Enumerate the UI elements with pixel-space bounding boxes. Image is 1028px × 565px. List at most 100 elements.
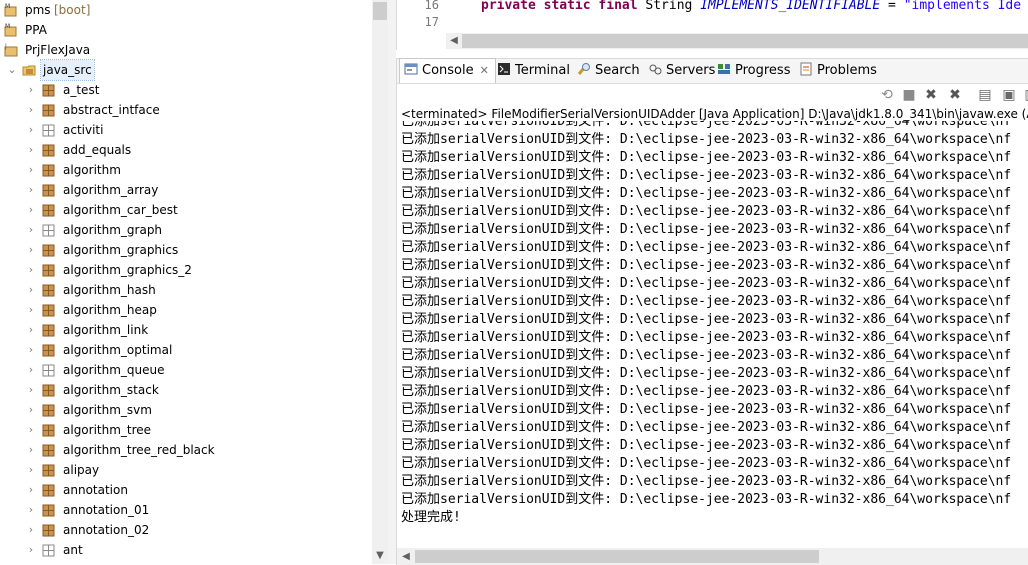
chevron-right-icon[interactable]: › <box>25 360 37 380</box>
chevron-right-icon[interactable]: › <box>25 540 37 560</box>
chevron-right-icon[interactable]: › <box>25 400 37 420</box>
chevron-right-icon[interactable]: › <box>25 480 37 500</box>
tab-servers[interactable]: Servers <box>648 59 715 83</box>
chevron-right-icon[interactable]: › <box>25 220 37 240</box>
tree-item[interactable]: › algorithm_graph <box>0 220 370 240</box>
tree-item-label: annotation <box>63 483 128 497</box>
tree-item[interactable]: › algorithm <box>0 160 370 180</box>
tree-item[interactable]: › annotation_01 <box>0 500 370 520</box>
chevron-right-icon[interactable]: › <box>25 320 37 340</box>
tree-item[interactable]: › algorithm_tree_red_black <box>0 440 370 460</box>
word-wrap-icon[interactable]: ▣ <box>1001 87 1017 103</box>
package-explorer: Mpms [boot] M PPA J PrjFlexJava ⌄ java_src › a_te… <box>0 0 388 564</box>
chevron-right-icon[interactable]: › <box>25 120 37 140</box>
tree-item-label: algorithm <box>63 163 121 177</box>
tree-item[interactable]: ⌄ java_src <box>0 59 370 81</box>
code-line[interactable]: private static final String IMPLEMENTS_I… <box>481 0 1021 13</box>
tree-item-label: java_src <box>40 59 95 81</box>
tree-item[interactable]: › algorithm_queue <box>0 360 370 380</box>
editor-scroll-left-arrow[interactable]: ◀ <box>446 33 462 49</box>
tab-terminal[interactable]: Terminal <box>497 59 570 83</box>
console-icon <box>404 61 418 75</box>
tree-item[interactable]: › algorithm_stack <box>0 380 370 400</box>
chevron-right-icon[interactable]: › <box>25 440 37 460</box>
tree-item[interactable]: › algorithm_graphics <box>0 240 370 260</box>
package-icon <box>42 403 57 417</box>
tree-item[interactable]: › a_test <box>0 80 370 100</box>
problems-icon <box>799 61 813 76</box>
console-output-line: 已添加serialVersionUID到文件: D:\eclipse-jee-2… <box>401 456 1012 471</box>
tree-item-label: algorithm_tree <box>63 423 152 437</box>
tree-item[interactable]: › algorithm_array <box>0 180 370 200</box>
chevron-right-icon[interactable]: › <box>25 500 37 520</box>
chevron-right-icon[interactable]: › <box>25 160 37 180</box>
chevron-right-icon[interactable]: › <box>25 380 37 400</box>
package-icon <box>42 483 57 497</box>
chevron-right-icon[interactable]: › <box>25 460 37 480</box>
tree-item[interactable]: J PrjFlexJava <box>0 40 370 60</box>
tab-problems[interactable]: Problems <box>799 59 877 83</box>
view-tab-bar: Console ✕ Terminal Search Servers Progres… <box>397 58 1028 84</box>
chevron-right-icon[interactable]: › <box>25 200 37 220</box>
tree-item[interactable]: › algorithm_svm <box>0 400 370 420</box>
tree-item[interactable]: M PPA <box>0 20 370 40</box>
remove-all-terminated-icon[interactable]: ✖ <box>947 87 963 103</box>
package-icon <box>42 503 57 517</box>
maven-project-icon: M <box>4 3 19 17</box>
tree-item[interactable]: › algorithm_graphics_2 <box>0 260 370 280</box>
tree-item[interactable]: › algorithm_optimal <box>0 340 370 360</box>
tree-item[interactable]: › abstract_intface <box>0 100 370 120</box>
tree-item[interactable]: › algorithm_car_best <box>0 200 370 220</box>
chevron-right-icon[interactable]: › <box>25 240 37 260</box>
svg-text:M: M <box>5 23 10 30</box>
chevron-right-icon[interactable]: › <box>25 80 37 100</box>
tree-scrollbar-thumb[interactable] <box>373 2 387 20</box>
tree-item-label: a_test <box>63 83 100 97</box>
console-scrollbar-thumb[interactable] <box>415 550 819 563</box>
chevron-down-icon[interactable]: ⌄ <box>6 60 18 80</box>
tree-item[interactable]: › activiti <box>0 120 370 140</box>
tab-console[interactable]: Console ✕ <box>399 58 496 83</box>
remove-launch-icon[interactable]: ✖ <box>923 87 939 103</box>
tree-scroll-down-arrow[interactable]: ▼ <box>372 548 388 564</box>
tree-item[interactable]: › add_equals <box>0 140 370 160</box>
tree-item-label: algorithm_optimal <box>63 343 173 357</box>
chevron-right-icon[interactable]: › <box>25 180 37 200</box>
tree-item[interactable]: › annotation <box>0 480 370 500</box>
tab-progress[interactable]: Progress <box>717 59 790 83</box>
line-number: 16 <box>424 0 439 12</box>
tree-item[interactable]: › algorithm_tree <box>0 420 370 440</box>
tree-item-label: algorithm_graphics <box>63 243 179 257</box>
chevron-right-icon[interactable]: › <box>25 420 37 440</box>
chevron-right-icon[interactable]: › <box>25 140 37 160</box>
pane-splitter[interactable] <box>388 0 396 564</box>
chevron-right-icon[interactable]: › <box>25 340 37 360</box>
package-icon <box>42 243 57 257</box>
editor-scrollbar-thumb[interactable] <box>462 34 1028 48</box>
chevron-right-icon[interactable]: › <box>25 100 37 120</box>
tree-item[interactable]: › ant <box>0 540 370 560</box>
tree-item[interactable]: › annotation_02 <box>0 520 370 540</box>
terminal-icon <box>497 61 511 75</box>
pin-console-icon[interactable]: ⟲ <box>879 87 895 103</box>
console-scroll-left-arrow[interactable]: ◀ <box>399 548 413 565</box>
java-project-icon: J <box>4 43 19 57</box>
tree-vertical-scrollbar[interactable] <box>372 0 388 564</box>
tree-item[interactable]: › algorithm_heap <box>0 300 370 320</box>
tree-item[interactable]: › algorithm_link <box>0 320 370 340</box>
tree-item[interactable]: › alipay <box>0 460 370 480</box>
chevron-right-icon[interactable]: › <box>25 520 37 540</box>
chevron-right-icon[interactable]: › <box>25 260 37 280</box>
show-console-icon[interactable]: ▥ <box>1023 87 1028 103</box>
tree-item[interactable]: Mpms [boot] <box>0 0 370 20</box>
tab-search[interactable]: Search <box>577 59 640 83</box>
chevron-right-icon[interactable]: › <box>25 300 37 320</box>
chevron-right-icon[interactable]: › <box>25 280 37 300</box>
console-output[interactable]: 已添加serialVersionUID到文件: D:\eclipse-jee-2… <box>401 121 1028 539</box>
package-icon <box>42 103 57 117</box>
terminate-icon[interactable]: ■ <box>901 87 917 103</box>
close-icon[interactable]: ✕ <box>480 64 489 77</box>
tree-item-label: algorithm_link <box>63 323 149 337</box>
scroll-lock-icon[interactable]: ▤ <box>977 87 993 103</box>
tree-item[interactable]: › algorithm_hash <box>0 280 370 300</box>
